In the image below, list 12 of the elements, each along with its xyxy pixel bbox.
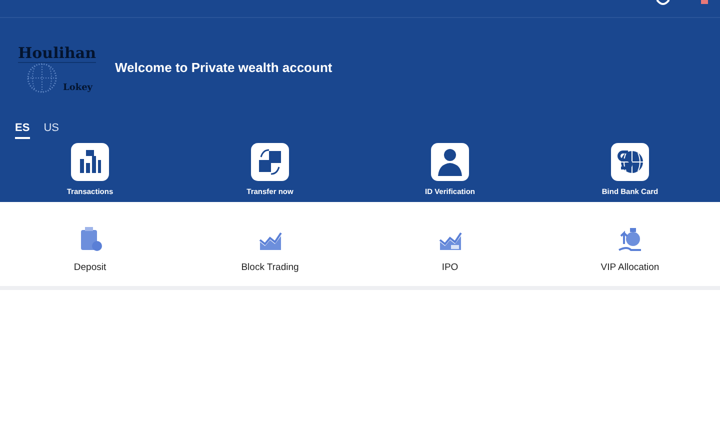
service-button[interactable]: VIP Allocation [540, 224, 720, 286]
service-button[interactable]: Block Trading [180, 224, 360, 286]
service-button[interactable]: Deposit [0, 224, 180, 286]
person-icon [431, 143, 469, 181]
language-tab[interactable]: US [44, 122, 59, 139]
exchange-icon [251, 143, 289, 181]
language-tab[interactable]: ES [15, 122, 30, 139]
service-button[interactable]: IPO [360, 224, 540, 286]
logo-name: Houlihan [18, 44, 96, 63]
logo-subtitle: Lokey [63, 83, 93, 93]
bars-icon [71, 143, 109, 181]
welcome-title: Welcome to Private wealth account [115, 60, 332, 74]
